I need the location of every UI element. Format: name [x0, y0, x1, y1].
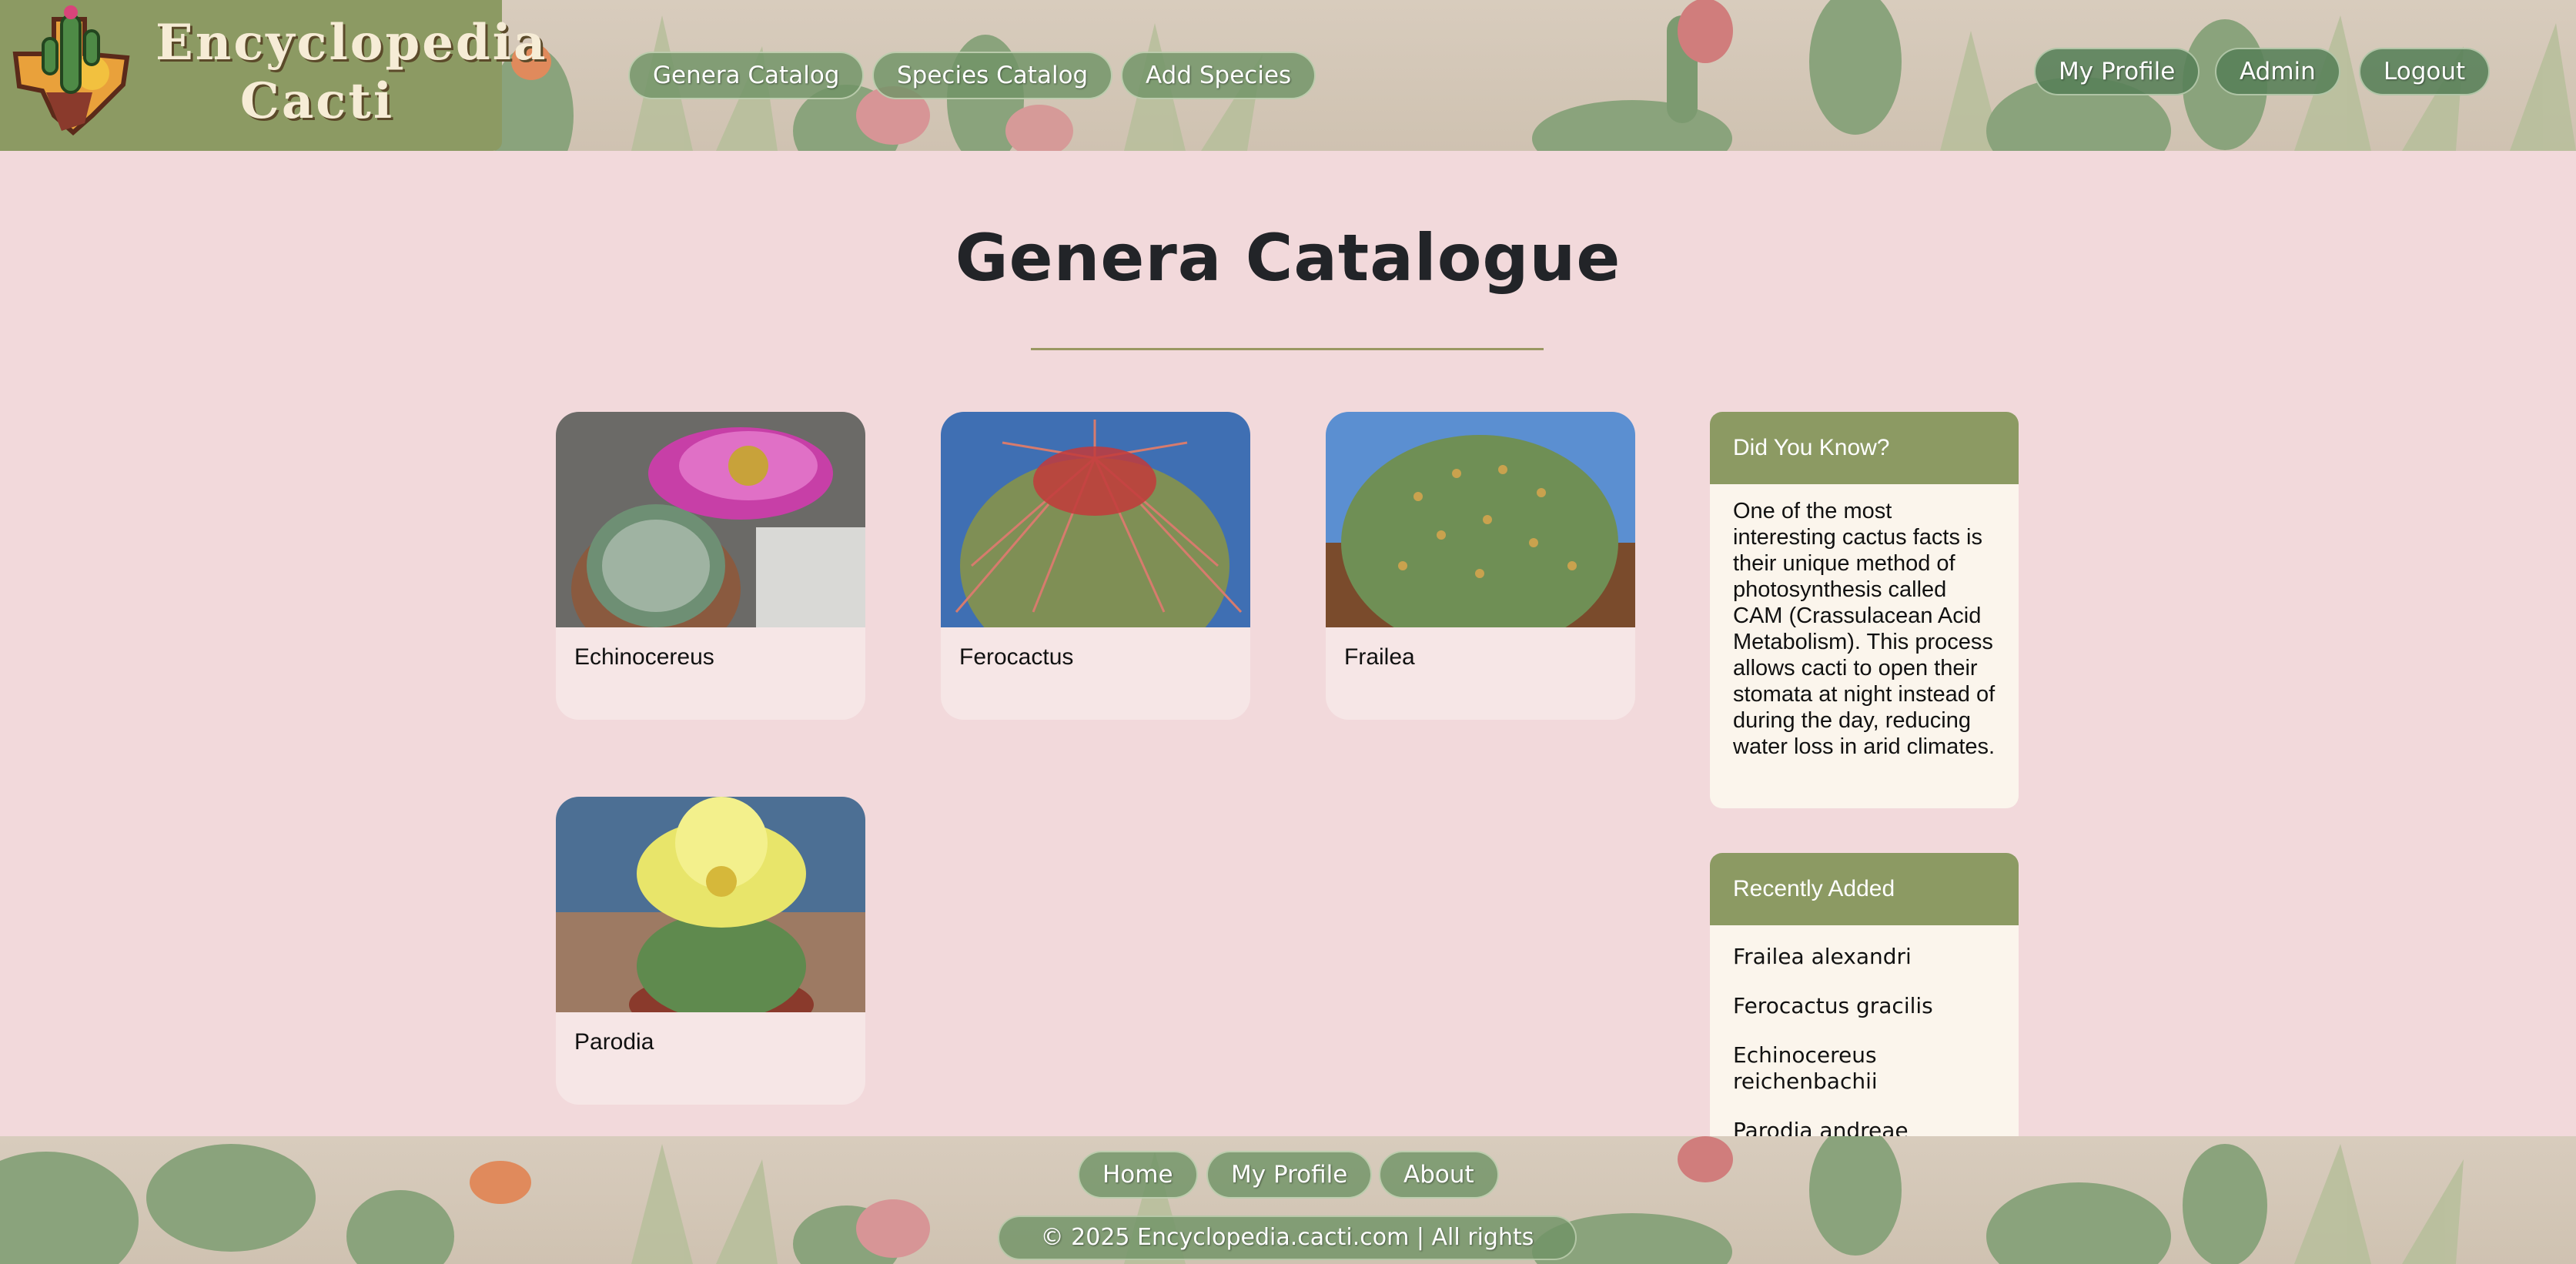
recent-item[interactable]: Parodia andreae [1733, 1118, 1996, 1136]
copyright-notice: © 2025 Encyclopedia.cacti.com | All righ… [998, 1216, 1577, 1260]
nav-logout[interactable]: Logout [2359, 48, 2491, 95]
nav-species-catalog[interactable]: Species Catalog [872, 52, 1113, 99]
genus-card-parodia[interactable]: Parodia [556, 797, 865, 1105]
genus-name: Echinocereus [574, 644, 714, 670]
recently-added-panel: Recently Added Frailea alexandri Ferocac… [1710, 853, 2019, 1136]
cactus-logo-icon [12, 5, 130, 135]
genus-card-ferocactus[interactable]: Ferocactus [941, 412, 1250, 720]
genus-name: Frailea [1344, 644, 1415, 670]
footer-link-my-profile[interactable]: My Profile [1206, 1151, 1373, 1199]
did-you-know-panel: Did You Know? One of the most interestin… [1710, 412, 2019, 808]
genus-name: Ferocactus [959, 644, 1074, 670]
did-you-know-text: One of the most interesting cactus facts… [1733, 499, 1996, 759]
parodia-photo [556, 797, 865, 1012]
footer-link-home[interactable]: Home [1078, 1151, 1198, 1199]
ferocactus-photo [941, 412, 1250, 627]
genus-name: Parodia [574, 1029, 654, 1055]
genus-card-frailea[interactable]: Frailea [1326, 412, 1635, 720]
brand-line-2: Cacti [239, 72, 395, 130]
title-divider [1031, 348, 1544, 350]
recent-item[interactable]: Echinocereus reichenbachii [1733, 1042, 1996, 1095]
recently-added-list: Frailea alexandri Ferocactus gracilis Ec… [1710, 925, 2019, 1136]
genus-card-echinocereus[interactable]: Echinocereus [556, 412, 865, 720]
echinocereus-photo [556, 412, 865, 627]
nav-add-species[interactable]: Add Species [1121, 52, 1316, 99]
nav-admin[interactable]: Admin [2215, 48, 2340, 95]
frailea-photo [1326, 412, 1635, 627]
page-title: Genera Catalogue [955, 220, 1621, 296]
footer-link-about[interactable]: About [1379, 1151, 1499, 1199]
brand-name: Encyclopedia Cacti [156, 14, 548, 131]
site-header: Encyclopedia Cacti Genera Catalog Specie… [0, 0, 2576, 151]
recent-item[interactable]: Frailea alexandri [1733, 944, 1996, 970]
recent-item[interactable]: Ferocactus gracilis [1733, 993, 1996, 1019]
recently-added-heading: Recently Added [1710, 853, 2019, 925]
brand-line-1: Encyclopedia [156, 14, 548, 72]
nav-genera-catalog[interactable]: Genera Catalog [628, 52, 865, 99]
did-you-know-heading: Did You Know? [1710, 412, 2019, 484]
nav-my-profile[interactable]: My Profile [2034, 48, 2200, 95]
brand-logo[interactable]: Encyclopedia Cacti [0, 0, 548, 151]
